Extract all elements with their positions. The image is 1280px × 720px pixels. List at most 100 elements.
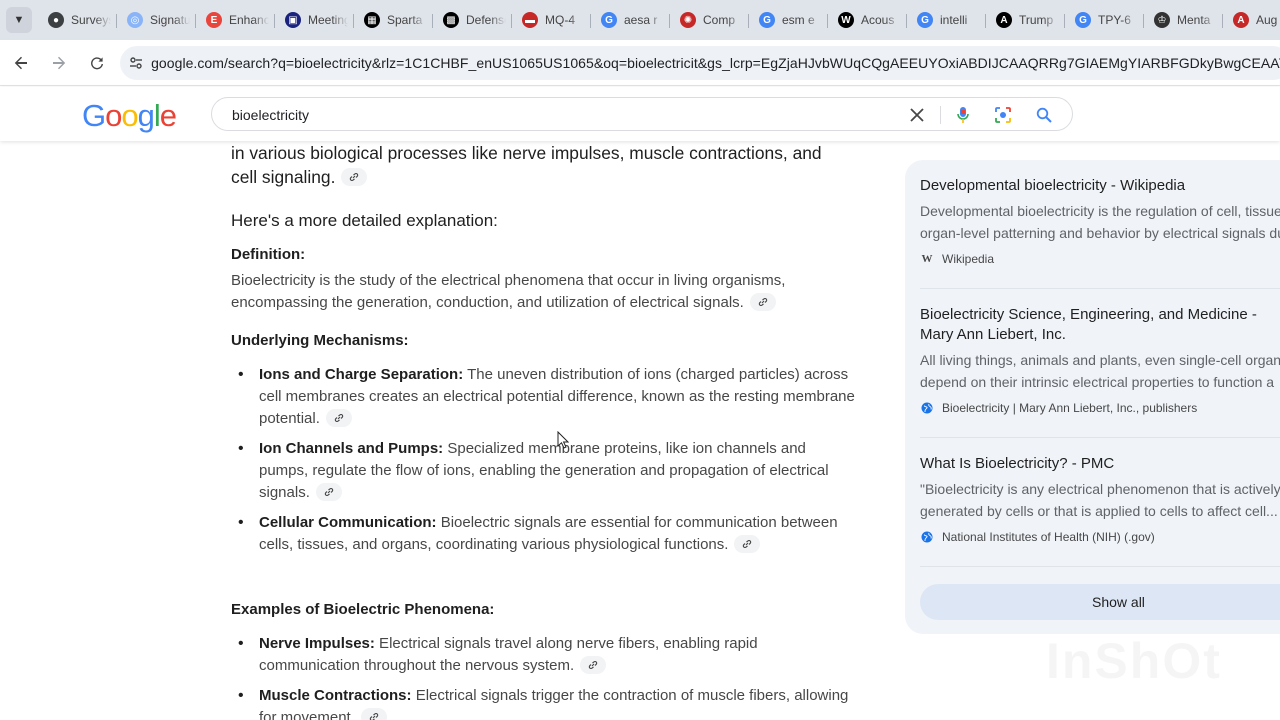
lead-line: cell signaling. — [231, 167, 336, 187]
source-title[interactable]: What Is Bioelectricity? - PMC — [920, 454, 1280, 474]
tab-favicon-icon: G — [1075, 12, 1091, 28]
citation-link[interactable] — [360, 708, 387, 720]
tab-title: TPY-6 — [1098, 13, 1131, 27]
tab-title: MQ-4 — [545, 13, 575, 27]
tab-title: Menta — [1177, 13, 1211, 27]
chevron-down-icon: ▼ — [13, 14, 25, 26]
source-title[interactable]: Developmental bioelectricity - Wikipedia — [920, 176, 1280, 196]
tab-favicon-icon: G — [601, 12, 617, 28]
browser-tab[interactable]: A Trump — [986, 5, 1065, 35]
browser-tab[interactable]: ▬ MQ-4 — [512, 5, 591, 35]
citation-link[interactable] — [325, 409, 352, 428]
address-bar[interactable]: google.com/search?q=bioelectricity&rlz=1… — [120, 46, 1280, 80]
search-input[interactable]: bioelectricity — [232, 107, 309, 123]
tab-title: Aug — [1256, 13, 1278, 27]
browser-tab[interactable]: Gesm e — [749, 5, 828, 35]
show-all-button[interactable]: Show all — [920, 584, 1280, 620]
browser-tab[interactable]: ▣ Meeting — [275, 5, 354, 35]
browser-tab[interactable]: Gaesa r — [591, 5, 670, 35]
pointer-icon — [557, 430, 570, 449]
lead-paragraph: in various biological processes like ner… — [231, 141, 861, 189]
google-logo-letter: o — [121, 98, 138, 133]
source-snippet: All living things, animals and plants, e… — [920, 349, 1280, 393]
list-item-term: Nerve Impulses: — [259, 635, 375, 652]
tab-title: Trump — [1019, 13, 1054, 27]
list-item-term: Ions and Charge Separation: — [259, 366, 464, 383]
site-settings-icon[interactable] — [120, 55, 151, 71]
tab-favicon-icon: ● — [48, 12, 64, 28]
browser-tab[interactable]: Gintelli — [907, 5, 986, 35]
link-icon — [369, 713, 379, 720]
lens-search-button[interactable] — [992, 104, 1014, 126]
reload-icon — [91, 56, 103, 69]
source-title[interactable]: Bioelectricity Science, Engineering, and… — [920, 305, 1280, 345]
reload-button[interactable] — [80, 46, 114, 80]
tab-favicon-icon: A — [1233, 12, 1249, 28]
source-snippet-line: organ-level patterning and behavior by e… — [920, 225, 1280, 241]
back-button[interactable] — [4, 46, 38, 80]
browser-tab[interactable]: ● Surveys — [38, 5, 117, 35]
source-site-name: Bioelectricity | Mary Ann Liebert, Inc.,… — [942, 401, 1198, 415]
citation-link[interactable] — [749, 293, 776, 312]
tab-favicon-icon: W — [838, 12, 854, 28]
forward-button[interactable] — [42, 46, 76, 80]
tab-favicon-icon: ♔ — [1154, 12, 1170, 28]
sources-panel: Show all Developmental bioelectricity - … — [905, 160, 1280, 634]
citation-link[interactable] — [734, 535, 761, 554]
citation-link[interactable] — [580, 656, 607, 675]
clear-search-button[interactable] — [906, 104, 928, 126]
google-logo[interactable]: Google — [82, 98, 177, 134]
browser-tab[interactable]: ◎ Signature — [117, 5, 196, 35]
ai-overview-content: in various biological processes like ner… — [231, 141, 861, 720]
tab-search-button[interactable]: ▼ — [6, 7, 32, 33]
browser-tab[interactable]: ▦ Sparta — [354, 5, 433, 35]
source-snippet-line: generated by cells or that is applied to… — [920, 503, 1278, 519]
forward-arrow-icon — [53, 56, 66, 69]
microphone-icon — [957, 107, 969, 123]
tab-favicon-icon: ▦ — [364, 12, 380, 28]
source-site: National Institutes of Health (NIH) (.go… — [920, 530, 1280, 544]
source-site: Bioelectricity | Mary Ann Liebert, Inc.,… — [920, 401, 1280, 415]
url-text[interactable]: google.com/search?q=bioelectricity&rlz=1… — [151, 55, 1280, 71]
source-snippet: Developmental bioelectricity is the regu… — [920, 200, 1280, 244]
tab-title: Sparta — [387, 13, 423, 27]
browser-tab[interactable]: W Acous — [828, 5, 907, 35]
link-icon — [588, 661, 598, 670]
source-divider — [920, 288, 1280, 289]
link-icon — [324, 488, 334, 497]
tab-favicon-icon: ▩ — [443, 12, 459, 28]
tab-favicon-icon: G — [759, 12, 775, 28]
definition-paragraph: Bioelectricity is the study of the elect… — [231, 270, 856, 314]
wikipedia-icon: W — [921, 253, 933, 265]
browser-tab[interactable]: ♔ Menta — [1144, 5, 1223, 35]
search-header: Google bioelectricity — [0, 87, 1280, 141]
examples-heading: Examples of Bioelectric Phenomena: — [231, 601, 495, 618]
link-icon — [350, 173, 359, 182]
list-item: Muscle Contractions: Electrical signals … — [238, 685, 859, 720]
source-snippet: "Bioelectricity is any electrical phenom… — [920, 478, 1280, 522]
search-button[interactable] — [1033, 104, 1055, 126]
browser-tab[interactable]: ▩ Defense — [433, 5, 512, 35]
browser-tab[interactable]: A Aug — [1223, 5, 1280, 35]
tab-favicon-icon: ▬ — [522, 12, 538, 28]
citation-link[interactable] — [315, 483, 342, 502]
source-card[interactable]: Developmental bioelectricity - Wikipedia… — [920, 176, 1280, 266]
video-watermark: InShOt — [1046, 632, 1222, 690]
source-site-name: National Institutes of Health (NIH) (.go… — [942, 530, 1155, 544]
browser-tab[interactable]: ✺ Comp — [670, 5, 749, 35]
back-arrow-icon — [14, 56, 27, 69]
search-box[interactable]: bioelectricity — [211, 97, 1073, 131]
citation-link[interactable] — [341, 168, 368, 187]
tab-favicon-icon: ◎ — [127, 12, 143, 28]
browser-tab[interactable]: G TPY-6 — [1065, 5, 1144, 35]
close-icon — [910, 108, 924, 122]
source-card[interactable]: What Is Bioelectricity? - PMC "Bioelectri… — [920, 454, 1280, 544]
list-item: Ions and Charge Separation: The uneven d… — [238, 364, 859, 430]
tab-favicon-icon: ✺ — [680, 12, 696, 28]
voice-search-button[interactable] — [952, 104, 974, 126]
browser-tab[interactable]: E Enhance — [196, 5, 275, 35]
source-site-name: Wikipedia — [942, 252, 995, 266]
tab-title: Defense — [466, 13, 506, 27]
source-card[interactable]: Bioelectricity Science, Engineering, and… — [920, 305, 1280, 415]
list-item: Cellular Communication: Bioelectric sign… — [238, 512, 859, 556]
